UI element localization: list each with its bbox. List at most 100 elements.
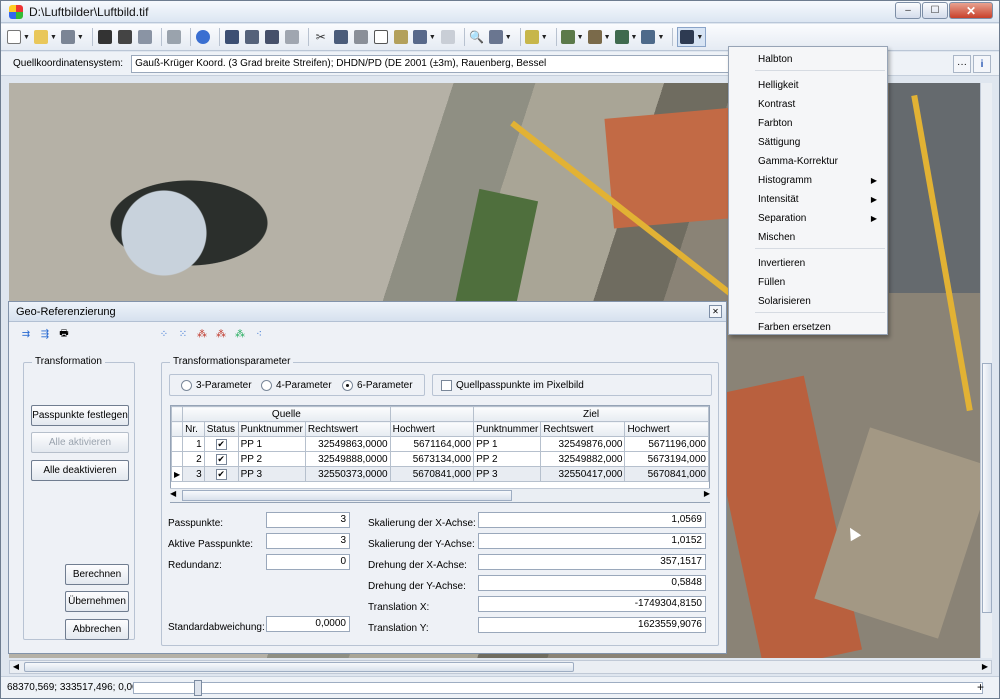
- copy-button[interactable]: [333, 27, 349, 47]
- points-button[interactable]: ▼: [524, 27, 548, 47]
- zoom-options-button[interactable]: ▼: [488, 27, 512, 47]
- eraser-button[interactable]: [373, 27, 389, 47]
- add-point-icon[interactable]: ⇉: [19, 327, 33, 341]
- table-row[interactable]: 1 ✔ PP 1 32549863,0000 5671164,000 PP 1 325498…: [171, 436, 709, 452]
- column-header[interactable]: Punktnummer: [473, 421, 542, 437]
- status-checkbox-cell[interactable]: ✔: [203, 466, 239, 482]
- table-cell[interactable]: 5671196,000: [624, 436, 709, 452]
- column-header[interactable]: Rechtswert: [304, 421, 391, 437]
- table-row[interactable]: ▶ 3 ✔ PP 3 32550373,0000 5670841,000 PP 3 32550…: [171, 466, 709, 482]
- table-cell[interactable]: 32550373,0000: [304, 466, 391, 482]
- radio-3-parameter[interactable]: 3-Parameter: [181, 380, 252, 391]
- new-file-button[interactable]: ▼: [7, 27, 30, 47]
- vertical-scrollbar[interactable]: [980, 83, 992, 658]
- point-a-icon[interactable]: ⁂: [195, 327, 209, 341]
- std-deviation-field[interactable]: 0,0000: [266, 616, 350, 632]
- radio-4-circle[interactable]: [261, 380, 272, 391]
- radio-4-parameter[interactable]: 4-Parameter: [261, 380, 332, 391]
- minimize-button[interactable]: –: [895, 2, 921, 19]
- cut-button[interactable]: ✂: [313, 27, 329, 47]
- open-button[interactable]: ▼: [33, 27, 57, 47]
- table-cell[interactable]: 1: [182, 436, 205, 452]
- redundancy-field[interactable]: 0: [266, 554, 350, 570]
- column-header[interactable]: Status: [203, 421, 239, 437]
- dialog-close-button[interactable]: ✕: [709, 305, 722, 318]
- table-cell[interactable]: 32549888,0000: [304, 451, 391, 467]
- select-button[interactable]: [393, 27, 409, 47]
- table-row[interactable]: 2 ✔ PP 2 32549888,0000 5673134,000 PP 2 325498…: [171, 451, 709, 467]
- table-cell[interactable]: 32549876,000: [540, 436, 626, 452]
- activate-all-button[interactable]: Alle aktivieren: [31, 432, 129, 453]
- zoom-slider-knob[interactable]: [194, 679, 202, 696]
- zoom-button[interactable]: 🔍: [469, 27, 485, 47]
- apply-button[interactable]: Übernehmen: [65, 591, 129, 612]
- image-c-button[interactable]: ▼: [614, 27, 637, 47]
- tool-d-button[interactable]: [284, 27, 300, 47]
- table-cell[interactable]: 5671164,000: [389, 436, 475, 452]
- menu-item[interactable]: Sättigung: [729, 133, 887, 151]
- save-button[interactable]: [97, 27, 113, 47]
- table-cell[interactable]: PP 2: [237, 451, 306, 467]
- crop-button[interactable]: ▼: [412, 27, 436, 47]
- table-cell[interactable]: 5670841,000: [624, 466, 709, 482]
- column-header[interactable]: Punktnummer: [237, 421, 306, 437]
- deactivate-all-button[interactable]: Alle deaktivieren: [31, 460, 129, 481]
- menu-item[interactable]: Invertieren: [729, 254, 887, 272]
- table-cell[interactable]: PP 3: [237, 466, 306, 482]
- rotation-x-field[interactable]: 357,1517: [478, 554, 706, 570]
- status-checkbox[interactable]: ✔: [215, 438, 227, 450]
- info-button[interactable]: [195, 27, 211, 47]
- maximize-button[interactable]: ☐: [922, 2, 948, 19]
- close-button[interactable]: ✕: [949, 2, 993, 19]
- column-header[interactable]: Rechtswert: [540, 421, 626, 437]
- table-cell[interactable]: 5670841,000: [389, 466, 475, 482]
- table-cell[interactable]: PP 3: [473, 466, 542, 482]
- zoom-slider[interactable]: +: [133, 679, 984, 696]
- menu-item[interactable]: Farben ersetzen: [729, 318, 887, 336]
- point-select-icon[interactable]: ⁙: [176, 327, 190, 341]
- table-cell[interactable]: PP 2: [473, 451, 542, 467]
- cancel-button[interactable]: Abbrechen: [65, 619, 129, 640]
- table-scroll-thumb[interactable]: [182, 490, 512, 501]
- rotation-y-field[interactable]: 0,5848: [478, 575, 706, 591]
- tool-b-button[interactable]: [244, 27, 260, 47]
- translation-x-field[interactable]: -1749304,8150: [478, 596, 706, 612]
- translation-y-field[interactable]: 1623559,9076: [478, 617, 706, 633]
- row-marker[interactable]: [171, 436, 184, 452]
- coordinate-more-button[interactable]: ···: [953, 55, 971, 73]
- menu-item[interactable]: Separation ▶: [729, 209, 887, 227]
- column-header[interactable]: Hochwert: [624, 421, 709, 437]
- menu-item[interactable]: Intensität ▶: [729, 190, 887, 208]
- menu-item[interactable]: Füllen: [729, 273, 887, 291]
- scroll-left-arrow[interactable]: ◀: [10, 661, 22, 673]
- export-button[interactable]: [137, 27, 153, 47]
- control-points-count-field[interactable]: 3: [266, 512, 350, 528]
- radio-3-circle[interactable]: [181, 380, 192, 391]
- zoom-in-icon[interactable]: +: [977, 680, 984, 694]
- row-marker[interactable]: [171, 451, 184, 467]
- pixel-checkbox-box-icon[interactable]: [441, 380, 452, 391]
- row-marker[interactable]: ▶: [171, 466, 184, 482]
- menu-item[interactable]: Kontrast: [729, 95, 887, 113]
- pixel-checkbox[interactable]: Quellpasspunkte im Pixelbild: [441, 380, 584, 391]
- save-all-button[interactable]: [117, 27, 133, 47]
- print-button[interactable]: [166, 27, 182, 47]
- table-scroll-left[interactable]: ◀: [170, 489, 176, 498]
- table-scroll-right[interactable]: ▶: [704, 489, 710, 498]
- menu-item[interactable]: Halbton: [729, 50, 887, 68]
- active-points-field[interactable]: 3: [266, 533, 350, 549]
- coordinate-system-field[interactable]: Gauß-Krüger Koord. (3 Grad breite Streif…: [131, 54, 737, 73]
- color-adjust-button[interactable]: ▼: [677, 27, 707, 47]
- table-cell[interactable]: 3: [182, 466, 205, 482]
- image-d-button[interactable]: ▼: [641, 27, 664, 47]
- status-checkbox-cell[interactable]: ✔: [203, 436, 239, 452]
- table-cell[interactable]: 32549882,000: [540, 451, 626, 467]
- image-a-button[interactable]: ▼: [560, 27, 584, 47]
- status-checkbox[interactable]: ✔: [215, 468, 227, 480]
- set-control-points-button[interactable]: Passpunkte festlegen: [31, 405, 129, 426]
- menu-item[interactable]: Histogramm ▶: [729, 171, 887, 189]
- point-b-icon[interactable]: ⁂: [214, 327, 228, 341]
- point-remove-icon[interactable]: ⁘: [157, 327, 171, 341]
- radio-6-circle[interactable]: [342, 380, 353, 391]
- move-point-icon[interactable]: ⇶: [38, 327, 52, 341]
